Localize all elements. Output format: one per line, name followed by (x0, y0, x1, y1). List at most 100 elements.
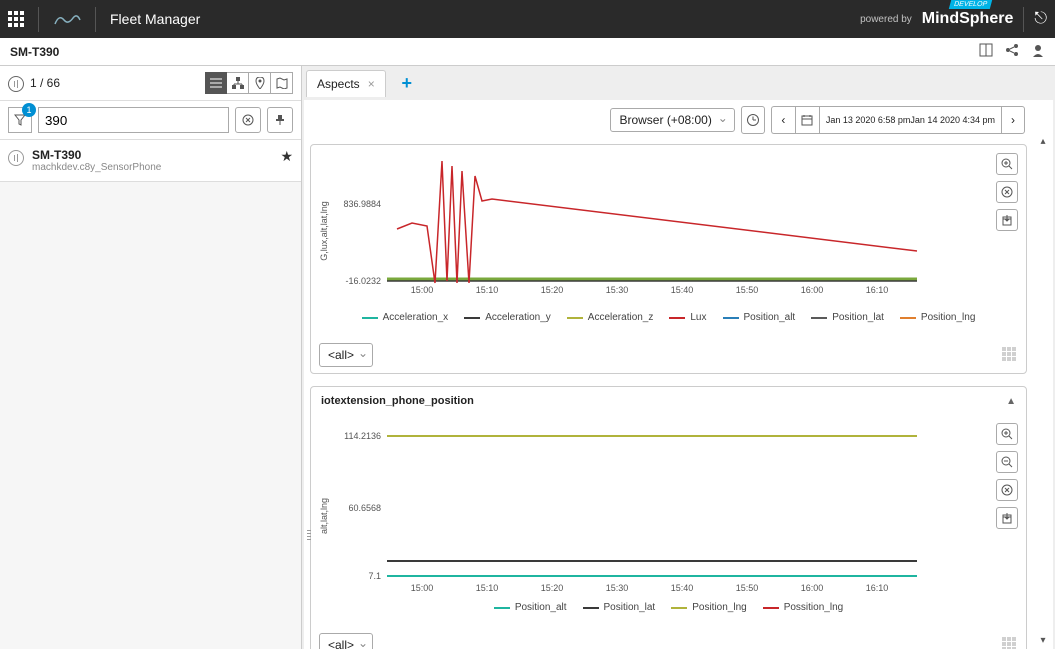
zoom-out-button[interactable] (996, 451, 1018, 473)
reset-button[interactable] (996, 479, 1018, 501)
vertical-scrollbar[interactable]: ▴ ▾ (1035, 136, 1051, 649)
legend-item[interactable]: Acceleration_y (464, 312, 551, 323)
timezone-select[interactable]: Browser (+08:00) (610, 108, 734, 132)
chart-2-title: iotextension_phone_position (321, 395, 474, 407)
chart-1-legend: Acceleration_x Acceleration_y Acceleration… (317, 304, 1020, 331)
legend-item[interactable]: Possition_lng (763, 602, 843, 613)
logout-icon[interactable]: ⎋ (1034, 10, 1047, 28)
user-icon[interactable] (1031, 43, 1045, 60)
svg-text:7.1: 7.1 (368, 571, 381, 581)
panel-layout-icon[interactable] (979, 43, 993, 60)
svg-text:15:10: 15:10 (476, 583, 499, 591)
legend-item[interactable]: Position_lat (811, 312, 884, 323)
asset-item-name: SM-T390 (32, 148, 272, 162)
svg-text:15:10: 15:10 (476, 285, 499, 295)
brand-name: MindSphere (922, 10, 1014, 28)
powered-by-label: powered by (860, 14, 912, 25)
legend-swatch (583, 607, 599, 609)
svg-text:G,lux,alt,lat,lng: G,lux,alt,lat,lng (319, 201, 329, 261)
export-button[interactable] (996, 507, 1018, 529)
legend-label: Position_alt (515, 602, 567, 613)
time-range-display[interactable]: Jan 13 2020 6:58 pm Jan 14 2020 4:34 pm (819, 106, 1001, 134)
reset-button[interactable] (996, 181, 1018, 203)
pin-filter-button[interactable] (267, 107, 293, 133)
pin-view-button[interactable] (249, 72, 271, 94)
svg-text:60.6568: 60.6568 (348, 503, 381, 513)
time-next-button[interactable]: › (1001, 106, 1025, 134)
legend-swatch (811, 317, 827, 319)
svg-text:15:20: 15:20 (541, 285, 564, 295)
breadcrumb-bar: SM-T390 (0, 38, 1055, 66)
time-controls: Browser (+08:00) ‹ Jan 13 2020 6:58 pm J… (304, 100, 1053, 140)
list-view-button[interactable] (205, 72, 227, 94)
legend-swatch (362, 317, 378, 319)
tab-add-button[interactable]: + (394, 70, 420, 96)
table-view-icon[interactable] (1002, 347, 1018, 363)
hierarchy-view-button[interactable] (227, 72, 249, 94)
app-title: Fleet Manager (110, 11, 200, 27)
x-ticks: 15:00 15:10 15:20 15:30 15:40 15:50 16:0… (411, 285, 889, 295)
filter-count-badge: 1 (22, 103, 36, 117)
legend-item[interactable]: Position_alt (494, 602, 567, 613)
svg-text:15:50: 15:50 (736, 583, 759, 591)
legend-item[interactable]: Position_lng (671, 602, 746, 613)
asset-list-item[interactable]: SM-T390 machkdev.c8y_SensorPhone ★ (0, 140, 301, 182)
chart-panel-1: G,lux,alt,lat,lng 836.9884 -16.0232 (310, 144, 1027, 374)
view-mode-group (205, 72, 293, 94)
svg-text:15:20: 15:20 (541, 583, 564, 591)
legend-item[interactable]: Position_lng (900, 312, 975, 323)
legend-label: Acceleration_y (485, 312, 551, 323)
main-panel: Aspects × + Browser (+08:00) ‹ Jan 13 20… (302, 66, 1055, 649)
asset-sidebar: 1 / 66 1 (0, 66, 302, 649)
legend-swatch (494, 607, 510, 609)
legend-label: Acceleration_x (383, 312, 449, 323)
legend-item[interactable]: Position_alt (723, 312, 796, 323)
svg-text:16:00: 16:00 (801, 583, 824, 591)
legend-item[interactable]: Acceleration_x (362, 312, 449, 323)
legend-item[interactable]: Position_lat (583, 602, 656, 613)
calendar-button[interactable] (795, 106, 819, 134)
variable-select-1[interactable]: <all> (319, 343, 373, 367)
zoom-in-button[interactable] (996, 153, 1018, 175)
topbar: Fleet Manager DEVELOP powered by MindSph… (0, 0, 1055, 38)
legend-item[interactable]: Lux (669, 312, 706, 323)
collapse-icon[interactable]: ▲ (1006, 396, 1016, 407)
svg-text:15:00: 15:00 (411, 583, 434, 591)
tab-close-icon[interactable]: × (368, 77, 375, 91)
map-view-button[interactable] (271, 72, 293, 94)
chart-2-header[interactable]: iotextension_phone_position ▲ (311, 387, 1026, 415)
legend-label: Position_lat (832, 312, 884, 323)
scroll-up-icon[interactable]: ▴ (1040, 136, 1045, 150)
asset-type-icon (8, 76, 24, 92)
svg-text:114.2136: 114.2136 (344, 431, 381, 441)
svg-text:alt,lat,lng: alt,lat,lng (319, 498, 329, 534)
tab-bar: Aspects × + (302, 66, 1055, 100)
svg-text:15:50: 15:50 (736, 285, 759, 295)
zoom-in-button[interactable] (996, 423, 1018, 445)
asset-item-icon (8, 150, 24, 166)
svg-text:15:30: 15:30 (606, 583, 629, 591)
variable-select-2[interactable]: <all> (319, 633, 373, 649)
filter-button[interactable]: 1 (8, 107, 32, 133)
tab-aspects[interactable]: Aspects × (306, 70, 386, 97)
svg-text:15:30: 15:30 (606, 285, 629, 295)
clock-refresh-button[interactable] (741, 106, 765, 134)
scroll-down-icon[interactable]: ▾ (1040, 635, 1045, 649)
asset-item-subtitle: machkdev.c8y_SensorPhone (32, 162, 272, 173)
favorite-icon[interactable]: ★ (280, 148, 293, 173)
export-button[interactable] (996, 209, 1018, 231)
apps-icon[interactable] (8, 11, 24, 27)
svg-text:836.9884: 836.9884 (343, 199, 381, 209)
legend-item[interactable]: Acceleration_z (567, 312, 654, 323)
time-prev-button[interactable]: ‹ (771, 106, 795, 134)
table-view-icon[interactable] (1002, 637, 1018, 649)
chart-1-svg: G,lux,alt,lat,lng 836.9884 -16.0232 (317, 151, 927, 301)
share-icon[interactable] (1005, 43, 1019, 60)
svg-text:-16.0232: -16.0232 (345, 276, 381, 286)
search-input[interactable] (38, 107, 229, 133)
legend-label: Position_lng (692, 602, 746, 613)
legend-swatch (723, 317, 739, 319)
tab-label: Aspects (317, 77, 360, 91)
env-badge: DEVELOP (949, 0, 992, 9)
clear-search-button[interactable] (235, 107, 261, 133)
